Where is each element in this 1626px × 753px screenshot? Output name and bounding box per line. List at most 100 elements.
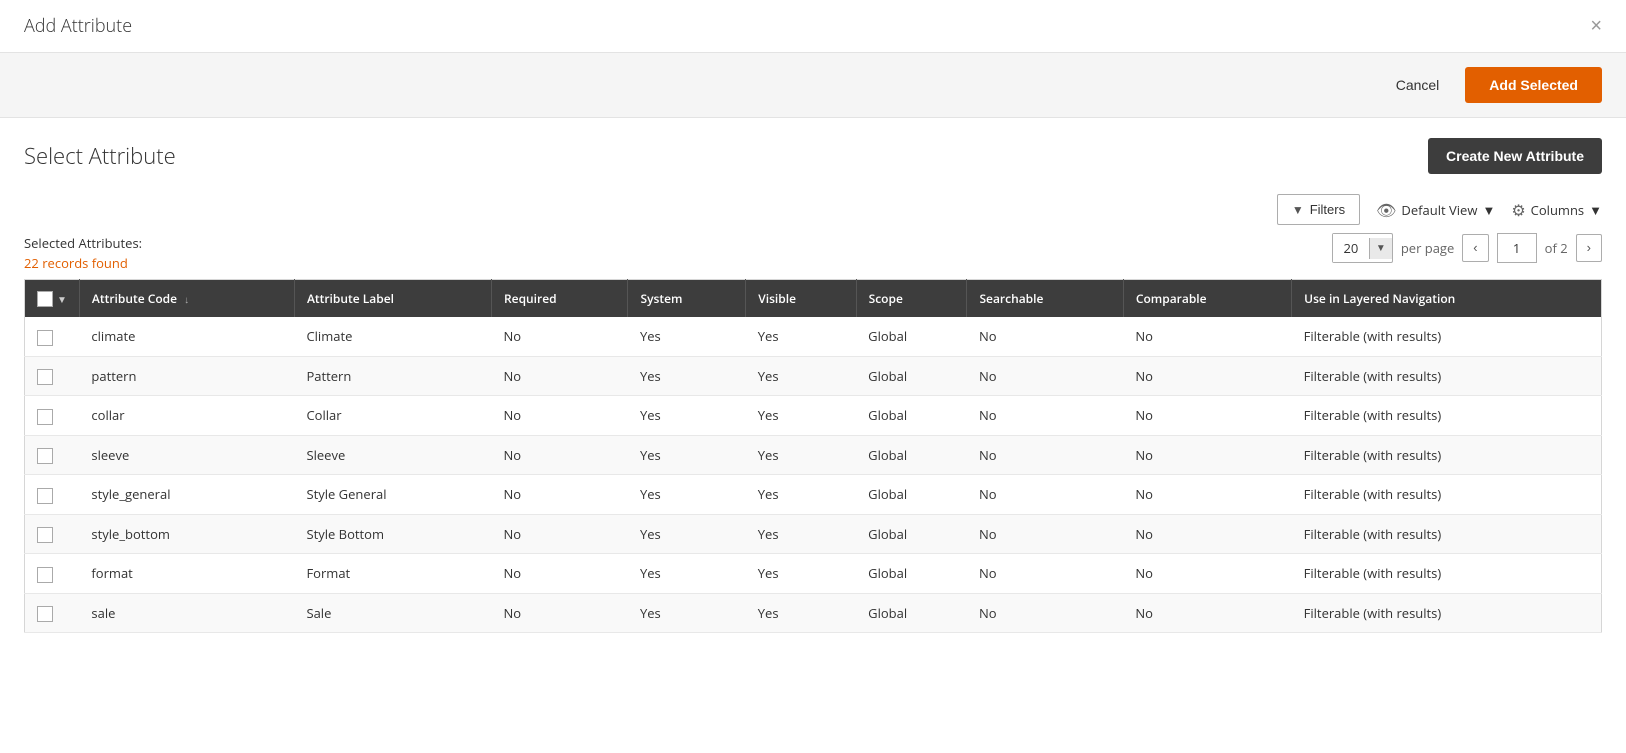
per-page-value: 20 — [1333, 234, 1369, 262]
create-new-attribute-button[interactable]: Create New Attribute — [1428, 138, 1602, 174]
prev-page-button[interactable]: ‹ — [1462, 234, 1488, 262]
cell-label[interactable]: Collar — [294, 396, 491, 436]
row-checkbox-cell — [25, 514, 80, 554]
cell-layered-nav: Filterable (with results) — [1292, 396, 1602, 436]
selected-attributes-label: Selected Attributes: — [24, 233, 142, 254]
view-selector[interactable]: 👁 Default View ▼ — [1376, 199, 1495, 221]
th-checkbox-cell: ▼ — [25, 280, 80, 318]
attribute-table: ▼ Attribute Code ↓ Attribute Label Requi… — [24, 279, 1602, 633]
view-dropdown-arrow: ▼ — [1482, 201, 1495, 219]
select-all-checkbox[interactable] — [37, 291, 53, 307]
cell-comparable: No — [1123, 435, 1291, 475]
filter-icon: ▼ — [1292, 203, 1304, 217]
cell-system: Yes — [628, 514, 746, 554]
cell-label[interactable]: Sleeve — [294, 435, 491, 475]
modal-title: Add Attribute — [24, 14, 132, 38]
cell-layered-nav: Filterable (with results) — [1292, 435, 1602, 475]
cell-required: No — [492, 317, 628, 356]
th-visible: Visible — [746, 280, 856, 318]
cell-visible: Yes — [746, 396, 856, 436]
cell-required: No — [492, 475, 628, 515]
th-checkbox-dropdown[interactable]: ▼ — [57, 292, 67, 306]
row-checkbox[interactable] — [37, 527, 53, 543]
next-page-button[interactable]: › — [1576, 234, 1602, 262]
current-page[interactable]: 1 — [1497, 233, 1537, 263]
cell-label[interactable]: Pattern — [294, 356, 491, 396]
row-checkbox-cell — [25, 593, 80, 633]
cell-system: Yes — [628, 435, 746, 475]
cell-visible: Yes — [746, 554, 856, 594]
cell-layered-nav: Filterable (with results) — [1292, 554, 1602, 594]
cell-code: style_bottom — [79, 514, 294, 554]
columns-selector[interactable]: ⚙ Columns ▼ — [1511, 199, 1602, 221]
row-checkbox-cell — [25, 317, 80, 356]
cancel-button[interactable]: Cancel — [1382, 69, 1454, 101]
row-checkbox[interactable] — [37, 567, 53, 583]
row-checkbox-cell — [25, 356, 80, 396]
cell-comparable: No — [1123, 475, 1291, 515]
pagination-row: 20 ▼ per page ‹ 1 of 2 › — [1332, 233, 1602, 263]
cell-layered-nav: Filterable (with results) — [1292, 593, 1602, 633]
row-checkbox-cell — [25, 554, 80, 594]
row-checkbox-cell — [25, 475, 80, 515]
cell-required: No — [492, 396, 628, 436]
controls-row: ▼ Filters 👁 Default View ▼ ⚙ Columns ▼ — [24, 194, 1602, 225]
cell-searchable: No — [967, 475, 1123, 515]
row-checkbox[interactable] — [37, 448, 53, 464]
cell-system: Yes — [628, 396, 746, 436]
cell-scope: Global — [856, 435, 967, 475]
cell-visible: Yes — [746, 435, 856, 475]
table-row: style_bottomStyle BottomNoYesYesGlobalNo… — [25, 514, 1602, 554]
cell-label[interactable]: Climate — [294, 317, 491, 356]
th-scope: Scope — [856, 280, 967, 318]
table-row: patternPatternNoYesYesGlobalNoNoFilterab… — [25, 356, 1602, 396]
cell-comparable: No — [1123, 593, 1291, 633]
cell-scope: Global — [856, 554, 967, 594]
close-button[interactable]: × — [1590, 16, 1602, 36]
cell-comparable: No — [1123, 317, 1291, 356]
th-attribute-label: Attribute Label — [294, 280, 491, 318]
cell-label[interactable]: Format — [294, 554, 491, 594]
th-system: System — [628, 280, 746, 318]
cell-system: Yes — [628, 554, 746, 594]
cell-searchable: No — [967, 514, 1123, 554]
cell-scope: Global — [856, 514, 967, 554]
cell-scope: Global — [856, 593, 967, 633]
cell-system: Yes — [628, 593, 746, 633]
cell-label[interactable]: Style General — [294, 475, 491, 515]
cell-visible: Yes — [746, 514, 856, 554]
info-row: Selected Attributes: 22 records found 20… — [24, 233, 1602, 273]
per-page-dropdown-button[interactable]: ▼ — [1369, 238, 1392, 259]
cell-system: Yes — [628, 475, 746, 515]
columns-label: Columns — [1531, 201, 1584, 219]
cell-code: style_general — [79, 475, 294, 515]
per-page-select[interactable]: 20 ▼ — [1332, 233, 1393, 263]
th-searchable: Searchable — [967, 280, 1123, 318]
cell-system: Yes — [628, 317, 746, 356]
cell-label[interactable]: Style Bottom — [294, 514, 491, 554]
sort-icon[interactable]: ↓ — [184, 292, 189, 306]
row-checkbox[interactable] — [37, 330, 53, 346]
row-checkbox[interactable] — [37, 606, 53, 622]
cell-label[interactable]: Sale — [294, 593, 491, 633]
cell-layered-nav: Filterable (with results) — [1292, 356, 1602, 396]
row-checkbox[interactable] — [37, 409, 53, 425]
table-row: style_generalStyle GeneralNoYesYesGlobal… — [25, 475, 1602, 515]
row-checkbox[interactable] — [37, 488, 53, 504]
cell-required: No — [492, 554, 628, 594]
cell-scope: Global — [856, 356, 967, 396]
table-row: saleSaleNoYesYesGlobalNoNoFilterable (wi… — [25, 593, 1602, 633]
cell-searchable: No — [967, 356, 1123, 396]
table-header-row: ▼ Attribute Code ↓ Attribute Label Requi… — [25, 280, 1602, 318]
add-selected-button[interactable]: Add Selected — [1465, 67, 1602, 103]
page-content: Select Attribute Create New Attribute ▼ … — [0, 118, 1626, 653]
row-checkbox[interactable] — [37, 369, 53, 385]
cell-code: sale — [79, 593, 294, 633]
filters-button[interactable]: ▼ Filters — [1277, 194, 1360, 225]
cell-required: No — [492, 593, 628, 633]
table-row: sleeveSleeveNoYesYesGlobalNoNoFilterable… — [25, 435, 1602, 475]
cell-required: No — [492, 435, 628, 475]
cell-searchable: No — [967, 435, 1123, 475]
info-block: Selected Attributes: 22 records found — [24, 233, 142, 272]
cell-comparable: No — [1123, 554, 1291, 594]
